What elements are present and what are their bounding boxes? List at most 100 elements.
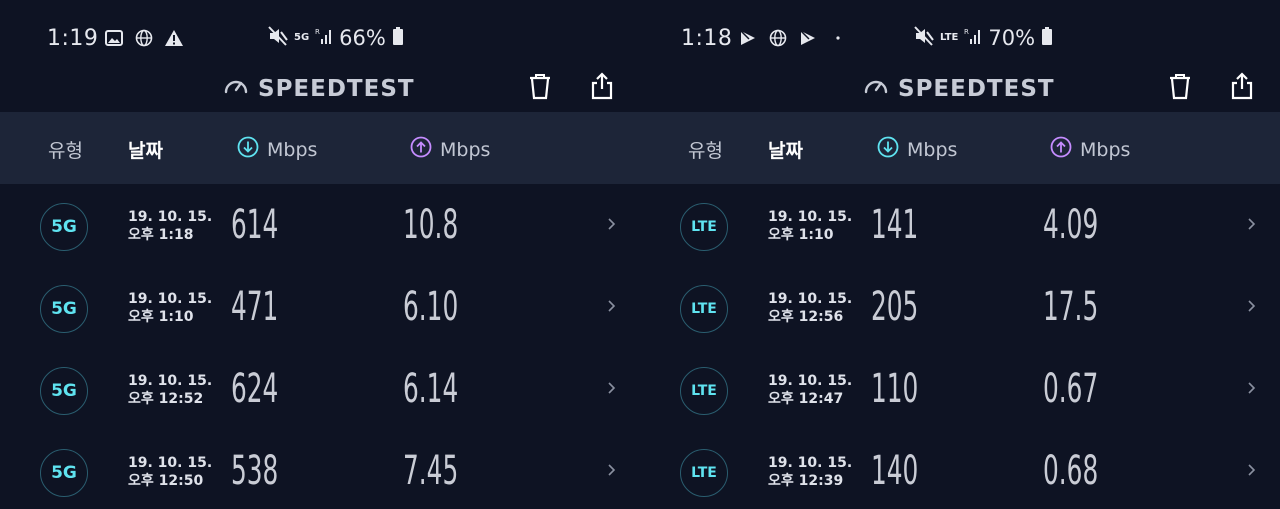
chevron-right-icon	[1245, 214, 1259, 234]
battery-icon	[1041, 26, 1053, 50]
upload-speed: 6.10	[403, 284, 459, 330]
share-icon	[589, 72, 615, 104]
results-column-header: 유형 날짜 Mbps	[640, 112, 1280, 184]
download-speed: 110	[871, 366, 919, 412]
upload-speed: 7.45	[403, 448, 459, 494]
delete-button[interactable]	[1164, 72, 1196, 104]
mute-icon	[914, 26, 934, 50]
results-list: LTE 19. 10. 15. 오후 1:10 141 4.09 LTE 19. …	[640, 184, 1280, 509]
network-type-badge: 5G	[40, 367, 88, 415]
network-type-badge: LTE	[680, 367, 728, 415]
column-date[interactable]: 날짜	[128, 136, 163, 163]
trash-icon	[1167, 72, 1193, 104]
column-type[interactable]: 유형	[48, 136, 83, 163]
share-button[interactable]	[1226, 72, 1258, 104]
download-speed: 538	[231, 448, 279, 494]
result-row[interactable]: LTE 19. 10. 15. 오후 12:56 205 17.5	[640, 266, 1280, 348]
chevron-right-icon	[605, 214, 619, 234]
app-brand: SPEEDTEST	[862, 73, 1055, 105]
speedtest-panel-lte: 1:18 LTE R 70% SPEEDTEST 유형 날짜 Mbps LTE …	[640, 0, 1280, 509]
column-download[interactable]: Mbps	[237, 136, 317, 163]
result-row[interactable]: LTE 19. 10. 15. 오후 12:47 110 0.67	[640, 348, 1280, 430]
upload-arrow-icon	[1050, 136, 1072, 163]
speedtest-panel-5g: 1:19 5G R 66% SPEEDTEST 유형 날짜 Mbps Mbps …	[0, 0, 640, 509]
network-type-badge: 5G	[40, 285, 88, 333]
gallery-icon	[104, 28, 124, 48]
result-row[interactable]: 5G 19. 10. 15. 오후 1:10 471 6.10	[0, 266, 640, 348]
play-store-icon	[738, 28, 758, 48]
warning-icon	[164, 28, 184, 48]
share-icon	[1229, 72, 1255, 104]
column-date[interactable]: 날짜	[768, 136, 803, 163]
upload-unit: Mbps	[440, 138, 491, 161]
app-header: SPEEDTEST	[0, 70, 640, 110]
download-speed: 624	[231, 366, 279, 412]
upload-speed: 4.09	[1043, 202, 1099, 248]
upload-speed: 6.14	[403, 366, 459, 412]
column-upload[interactable]: Mbps	[1050, 136, 1130, 163]
download-speed: 471	[231, 284, 279, 330]
download-arrow-icon	[877, 136, 899, 163]
upload-unit: Mbps	[1080, 138, 1131, 161]
upload-speed: 0.68	[1043, 448, 1099, 494]
column-type[interactable]: 유형	[688, 136, 723, 163]
network-type-badge: 5G	[40, 449, 88, 497]
network-type-badge: LTE	[680, 203, 728, 251]
chevron-right-icon	[1245, 296, 1259, 316]
result-datetime: 19. 10. 15. 오후 1:10	[128, 291, 213, 325]
trash-icon	[527, 72, 553, 104]
result-datetime: 19. 10. 15. 오후 1:10	[768, 209, 853, 243]
status-bar: 1:19 5G R 66%	[0, 0, 640, 78]
result-row[interactable]: LTE 19. 10. 15. 오후 12:39 140 0.68	[640, 430, 1280, 509]
mute-icon	[268, 26, 288, 50]
globe-icon	[134, 28, 154, 48]
result-row[interactable]: 5G 19. 10. 15. 오후 1:18 614 10.8	[0, 184, 640, 266]
result-datetime: 19. 10. 15. 오후 12:47	[768, 373, 853, 407]
download-unit: Mbps	[907, 138, 958, 161]
upload-arrow-icon	[410, 136, 432, 163]
download-unit: Mbps	[267, 138, 318, 161]
result-row[interactable]: 5G 19. 10. 15. 오후 12:52 624 6.14	[0, 348, 640, 430]
result-datetime: 19. 10. 15. 오후 12:56	[768, 291, 853, 325]
chevron-right-icon	[1245, 378, 1259, 398]
chevron-right-icon	[605, 296, 619, 316]
upload-speed: 0.67	[1043, 366, 1099, 412]
status-time: 1:19	[47, 26, 99, 51]
network-type-label: 5G	[294, 32, 310, 43]
delete-button[interactable]	[524, 72, 556, 104]
signal-icon: R	[964, 27, 982, 49]
app-header: SPEEDTEST	[640, 70, 1280, 110]
download-speed: 141	[871, 202, 919, 248]
network-type-badge: LTE	[680, 285, 728, 333]
download-arrow-icon	[237, 136, 259, 163]
results-list: 5G 19. 10. 15. 오후 1:18 614 10.8 5G 19. 10…	[0, 184, 640, 509]
dot-icon	[828, 28, 848, 48]
result-row[interactable]: 5G 19. 10. 15. 오후 12:50 538 7.45	[0, 430, 640, 509]
network-type-badge: LTE	[680, 449, 728, 497]
column-download[interactable]: Mbps	[877, 136, 957, 163]
speedometer-icon	[222, 73, 250, 105]
upload-speed: 17.5	[1043, 284, 1099, 330]
result-datetime: 19. 10. 15. 오후 12:52	[128, 373, 213, 407]
download-speed: 205	[871, 284, 919, 330]
network-type-badge: 5G	[40, 203, 88, 251]
chevron-right-icon	[1245, 460, 1259, 480]
chevron-right-icon	[605, 378, 619, 398]
download-speed: 140	[871, 448, 919, 494]
battery-percent: 70%	[988, 26, 1036, 50]
share-button[interactable]	[586, 72, 618, 104]
app-brand: SPEEDTEST	[222, 73, 415, 105]
battery-icon	[392, 26, 404, 50]
svg-text:R: R	[315, 28, 320, 36]
chevron-right-icon	[605, 460, 619, 480]
speedometer-icon	[862, 73, 890, 105]
result-row[interactable]: LTE 19. 10. 15. 오후 1:10 141 4.09	[640, 184, 1280, 266]
result-datetime: 19. 10. 15. 오후 1:18	[128, 209, 213, 243]
app-title: SPEEDTEST	[898, 76, 1055, 102]
signal-icon: R	[315, 27, 333, 49]
result-datetime: 19. 10. 15. 오후 12:39	[768, 455, 853, 489]
app-title: SPEEDTEST	[258, 76, 415, 102]
column-upload[interactable]: Mbps	[410, 136, 490, 163]
network-type-label: LTE	[940, 32, 959, 43]
play-store-icon	[798, 28, 818, 48]
